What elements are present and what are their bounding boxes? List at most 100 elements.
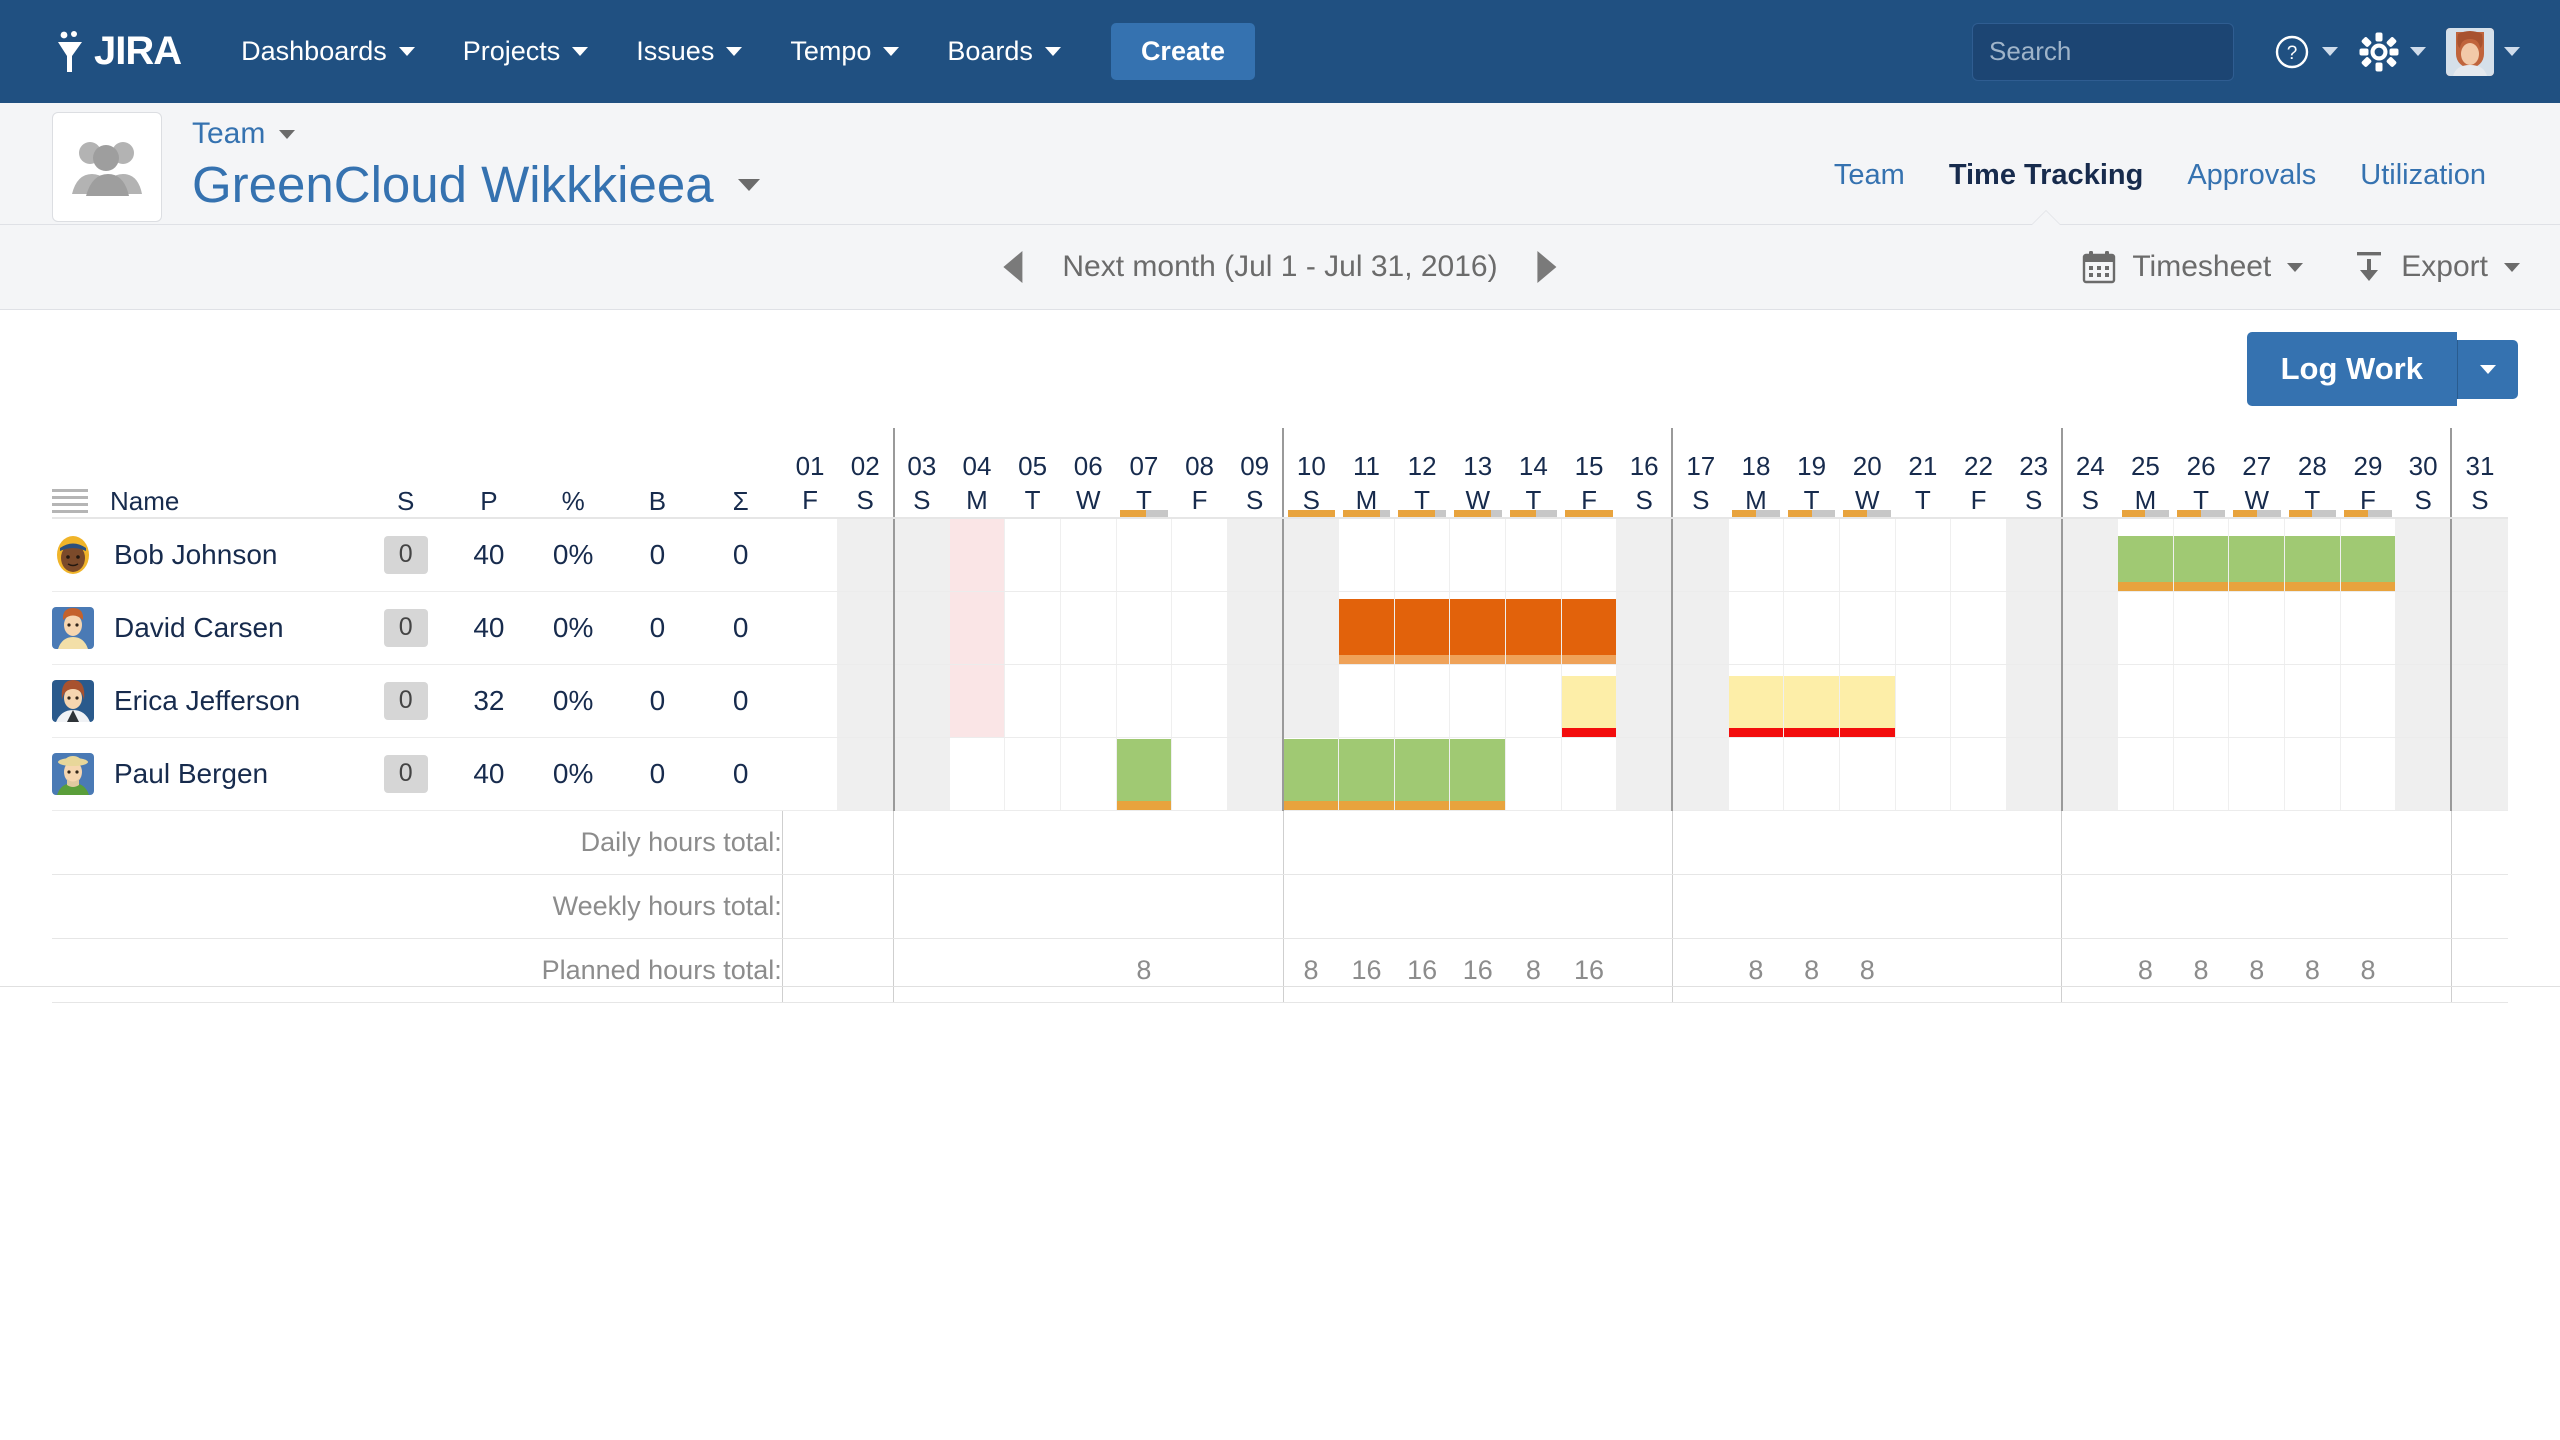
grid-cell-day-27[interactable] (2228, 737, 2286, 811)
grid-cell-day-19[interactable] (1783, 591, 1840, 665)
grid-cell-day-17[interactable] (1671, 591, 1729, 665)
column-header-sigma[interactable]: Σ (699, 428, 783, 519)
grid-cell-day-15[interactable] (1561, 664, 1618, 738)
create-button[interactable]: Create (1110, 23, 1255, 80)
grid-cell-day-04[interactable] (949, 737, 1006, 811)
grid-cell-day-16[interactable] (1616, 737, 1673, 811)
previous-period-button[interactable] (1003, 251, 1023, 283)
worklog-bar[interactable] (2118, 535, 2173, 591)
grid-cell-day-26[interactable] (2173, 664, 2230, 738)
grid-cell-day-11[interactable] (1338, 518, 1395, 592)
breadcrumb-team-link[interactable]: Team (192, 117, 265, 151)
column-header-day-12[interactable]: 12 T (1394, 428, 1450, 519)
table-row[interactable]: Paul Bergen 0 40 0% 0 0 (52, 737, 2509, 811)
log-work-dropdown-button[interactable] (2457, 339, 2518, 399)
grid-cell-day-16[interactable] (1616, 664, 1673, 738)
column-header-day-10[interactable]: 10 S (1282, 428, 1339, 519)
grid-cell-day-17[interactable] (1671, 737, 1729, 811)
table-row[interactable]: David Carsen 0 40 0% 0 0 (52, 591, 2509, 665)
grid-cell-day-25[interactable] (2117, 591, 2174, 665)
column-header-day-02[interactable]: 02 S (837, 428, 894, 519)
grid-cell-day-21[interactable] (1895, 664, 1952, 738)
grid-cell-day-25[interactable] (2117, 518, 2174, 592)
grid-cell-day-24[interactable] (2060, 591, 2119, 665)
chevron-down-icon[interactable] (737, 178, 760, 191)
chevron-down-icon[interactable] (279, 129, 296, 139)
grid-cell-day-02[interactable] (837, 664, 895, 738)
worklog-bar[interactable] (1784, 675, 1839, 737)
log-work-button[interactable]: Log Work (2246, 332, 2457, 406)
grid-cell-day-07[interactable] (1116, 664, 1173, 738)
grid-cell-day-12[interactable] (1394, 737, 1451, 811)
tab-utilization[interactable]: Utilization (2338, 159, 2508, 224)
help-button[interactable]: ? (2262, 32, 2348, 72)
nav-item-issues[interactable]: Issues (612, 0, 766, 103)
next-period-button[interactable] (1537, 251, 1557, 283)
settings-button[interactable] (2348, 31, 2436, 73)
column-header-day-03[interactable]: 03 S (892, 428, 950, 519)
worklog-bar[interactable] (1450, 598, 1506, 664)
column-header-day-17[interactable]: 17 S (1671, 428, 1729, 519)
worklog-bar[interactable] (1394, 598, 1450, 664)
grid-cell-day-21[interactable] (1895, 737, 1952, 811)
worklog-bar[interactable] (1394, 738, 1450, 810)
grid-cell-day-17[interactable] (1671, 518, 1729, 592)
column-header-day-07[interactable]: 07 T (1116, 428, 1172, 519)
grid-cell-day-02[interactable] (837, 518, 895, 592)
column-header-day-21[interactable]: 21 T (1895, 428, 1951, 519)
grid-cell-day-27[interactable] (2228, 518, 2286, 592)
table-row[interactable]: Erica Jefferson 0 32 0% 0 0 (52, 664, 2509, 738)
grid-cell-day-26[interactable] (2173, 591, 2230, 665)
member-name-cell[interactable]: David Carsen (52, 591, 365, 665)
grid-cell-day-01[interactable] (782, 591, 839, 665)
grid-cell-day-09[interactable] (1227, 664, 1284, 738)
worklog-bar[interactable] (1116, 738, 1172, 810)
grid-cell-day-05[interactable] (1004, 664, 1061, 738)
column-header-b[interactable]: B (615, 428, 700, 519)
nav-item-tempo[interactable]: Tempo (766, 0, 923, 103)
grid-cell-day-20[interactable] (1839, 518, 1896, 592)
grid-cell-day-14[interactable] (1505, 737, 1562, 811)
timesheet-dropdown[interactable]: Timesheet (2082, 250, 2304, 284)
grid-cell-day-01[interactable] (782, 518, 839, 592)
column-header-day-23[interactable]: 23 S (2006, 428, 2062, 519)
worklog-bar[interactable] (2173, 535, 2229, 591)
column-header-day-29[interactable]: 29 F (2340, 428, 2396, 519)
worklog-bar[interactable] (2285, 535, 2340, 591)
grid-cell-day-11[interactable] (1338, 591, 1395, 665)
grid-cell-day-25[interactable] (2117, 737, 2174, 811)
worklog-bar[interactable] (1284, 738, 1339, 810)
worklog-bar[interactable] (1561, 598, 1617, 664)
grid-cell-day-13[interactable] (1449, 664, 1507, 738)
grid-cell-day-22[interactable] (1950, 591, 2007, 665)
column-header-day-04[interactable]: 04 M (949, 428, 1005, 519)
column-header-day-13[interactable]: 13 W (1449, 428, 1506, 519)
grid-cell-day-12[interactable] (1394, 591, 1451, 665)
column-header-day-31[interactable]: 31 S (2450, 428, 2508, 519)
nav-item-dashboards[interactable]: Dashboards (217, 0, 439, 103)
grid-cell-day-10[interactable] (1282, 518, 1340, 592)
grid-cell-day-27[interactable] (2228, 591, 2286, 665)
grid-cell-day-04[interactable] (949, 591, 1006, 665)
grid-cell-day-15[interactable] (1561, 591, 1618, 665)
grid-cell-day-31[interactable] (2450, 737, 2509, 811)
grid-cell-day-05[interactable] (1004, 591, 1061, 665)
grid-cell-day-08[interactable] (1171, 591, 1228, 665)
grid-cell-day-04[interactable] (949, 518, 1006, 592)
grid-cell-day-13[interactable] (1449, 737, 1507, 811)
column-header-day-30[interactable]: 30 S (2395, 428, 2452, 519)
grid-cell-day-02[interactable] (837, 591, 895, 665)
column-header-s[interactable]: S (364, 428, 448, 519)
grid-cell-day-21[interactable] (1895, 518, 1952, 592)
grid-cell-day-29[interactable] (2340, 737, 2397, 811)
grid-cell-day-07[interactable] (1116, 591, 1173, 665)
member-name-cell[interactable]: Erica Jefferson (52, 664, 365, 738)
grid-cell-day-05[interactable] (1004, 518, 1061, 592)
grid-cell-day-24[interactable] (2060, 664, 2119, 738)
column-header-day-14[interactable]: 14 T (1505, 428, 1562, 519)
grid-cell-day-11[interactable] (1338, 737, 1395, 811)
table-row[interactable]: Bob Johnson 0 40 0% 0 0 (52, 518, 2509, 592)
grid-cell-day-09[interactable] (1227, 737, 1284, 811)
grid-cell-day-23[interactable] (2006, 591, 2063, 665)
grid-cell-day-09[interactable] (1227, 518, 1284, 592)
